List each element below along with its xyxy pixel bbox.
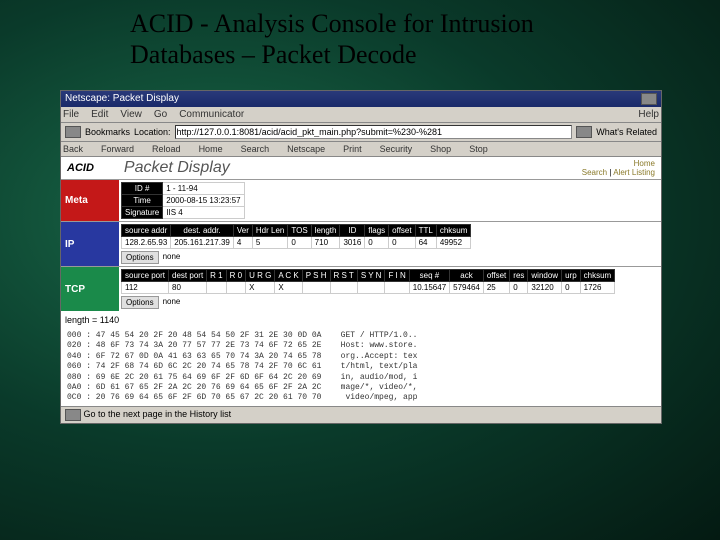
header-links: Home Search | Alert Listing — [582, 159, 655, 177]
nav-toolbar: Back Forward Reload Home Search Netscape… — [61, 142, 661, 157]
status-bar: Go to the next page in the History list — [61, 406, 661, 423]
meta-section: Meta ID #1 - 11-94 Time2000-08-15 13:23:… — [61, 179, 661, 221]
url-input[interactable] — [175, 125, 573, 139]
meta-table: ID #1 - 11-94 Time2000-08-15 13:23:57 Si… — [121, 182, 245, 219]
link-alert[interactable]: Alert Listing — [613, 168, 655, 177]
bookmarks-label[interactable]: Bookmarks — [85, 127, 130, 137]
slide-title: ACID - Analysis Console for IntrusionDat… — [0, 0, 720, 74]
nav-print[interactable]: Print — [343, 144, 362, 154]
close-icon[interactable] — [641, 93, 657, 105]
menu-file[interactable]: File — [63, 109, 79, 120]
tcp-table: source portdest portR 1R 0U R GA C KP S … — [121, 269, 615, 294]
page-content: ACID Packet Display Home Search | Alert … — [61, 157, 661, 406]
browser-window: Netscape: Packet Display File Edit View … — [60, 90, 662, 424]
ip-options-value: none — [159, 251, 185, 264]
status-text: Go to the next page in the History list — [84, 409, 232, 421]
nav-back[interactable]: Back — [63, 144, 83, 154]
link-search[interactable]: Search — [582, 168, 607, 177]
tcp-options-value: none — [159, 296, 185, 309]
nav-home[interactable]: Home — [199, 144, 223, 154]
acid-logo: ACID — [67, 162, 94, 174]
menu-bar: File Edit View Go Communicator Help — [61, 107, 661, 123]
nav-reload[interactable]: Reload — [152, 144, 181, 154]
nav-security[interactable]: Security — [380, 144, 413, 154]
menu-edit[interactable]: Edit — [91, 109, 108, 120]
bookmarks-icon[interactable] — [65, 126, 81, 138]
ip-table: source addrdest. addr.VerHdr LenTOSlengt… — [121, 224, 471, 249]
location-label: Location: — [134, 127, 171, 137]
payload-length: length = 1140 — [61, 311, 661, 329]
tcp-section: TCP source portdest portR 1R 0U R GA C K… — [61, 266, 661, 311]
menu-communicator[interactable]: Communicator — [179, 109, 244, 120]
hex-dump: 000 : 47 45 54 20 2F 20 48 54 54 50 2F 3… — [61, 329, 661, 406]
ip-options-label: Options — [121, 251, 159, 264]
link-home[interactable]: Home — [634, 159, 655, 168]
related-icon[interactable] — [576, 126, 592, 138]
status-icon — [65, 409, 81, 421]
ip-section: IP source addrdest. addr.VerHdr LenTOSle… — [61, 221, 661, 266]
payload-section: length = 1140 000 : 47 45 54 20 2F 20 48… — [61, 311, 661, 406]
menu-help[interactable]: Help — [638, 109, 659, 120]
menu-view[interactable]: View — [120, 109, 142, 120]
nav-shop[interactable]: Shop — [430, 144, 451, 154]
menu-go[interactable]: Go — [154, 109, 167, 120]
url-bar: Bookmarks Location: What's Related — [61, 123, 661, 142]
page-header: ACID Packet Display Home Search | Alert … — [61, 157, 661, 179]
tcp-options-label: Options — [121, 296, 159, 309]
nav-stop[interactable]: Stop — [469, 144, 488, 154]
nav-search[interactable]: Search — [241, 144, 270, 154]
tcp-label: TCP — [61, 267, 119, 311]
nav-forward[interactable]: Forward — [101, 144, 134, 154]
nav-netscape[interactable]: Netscape — [287, 144, 325, 154]
ip-label: IP — [61, 222, 119, 266]
window-titlebar: Netscape: Packet Display — [61, 91, 661, 107]
meta-label: Meta — [61, 180, 119, 221]
related-label[interactable]: What's Related — [596, 127, 657, 137]
page-title: Packet Display — [124, 159, 230, 177]
window-title: Netscape: Packet Display — [65, 93, 179, 105]
